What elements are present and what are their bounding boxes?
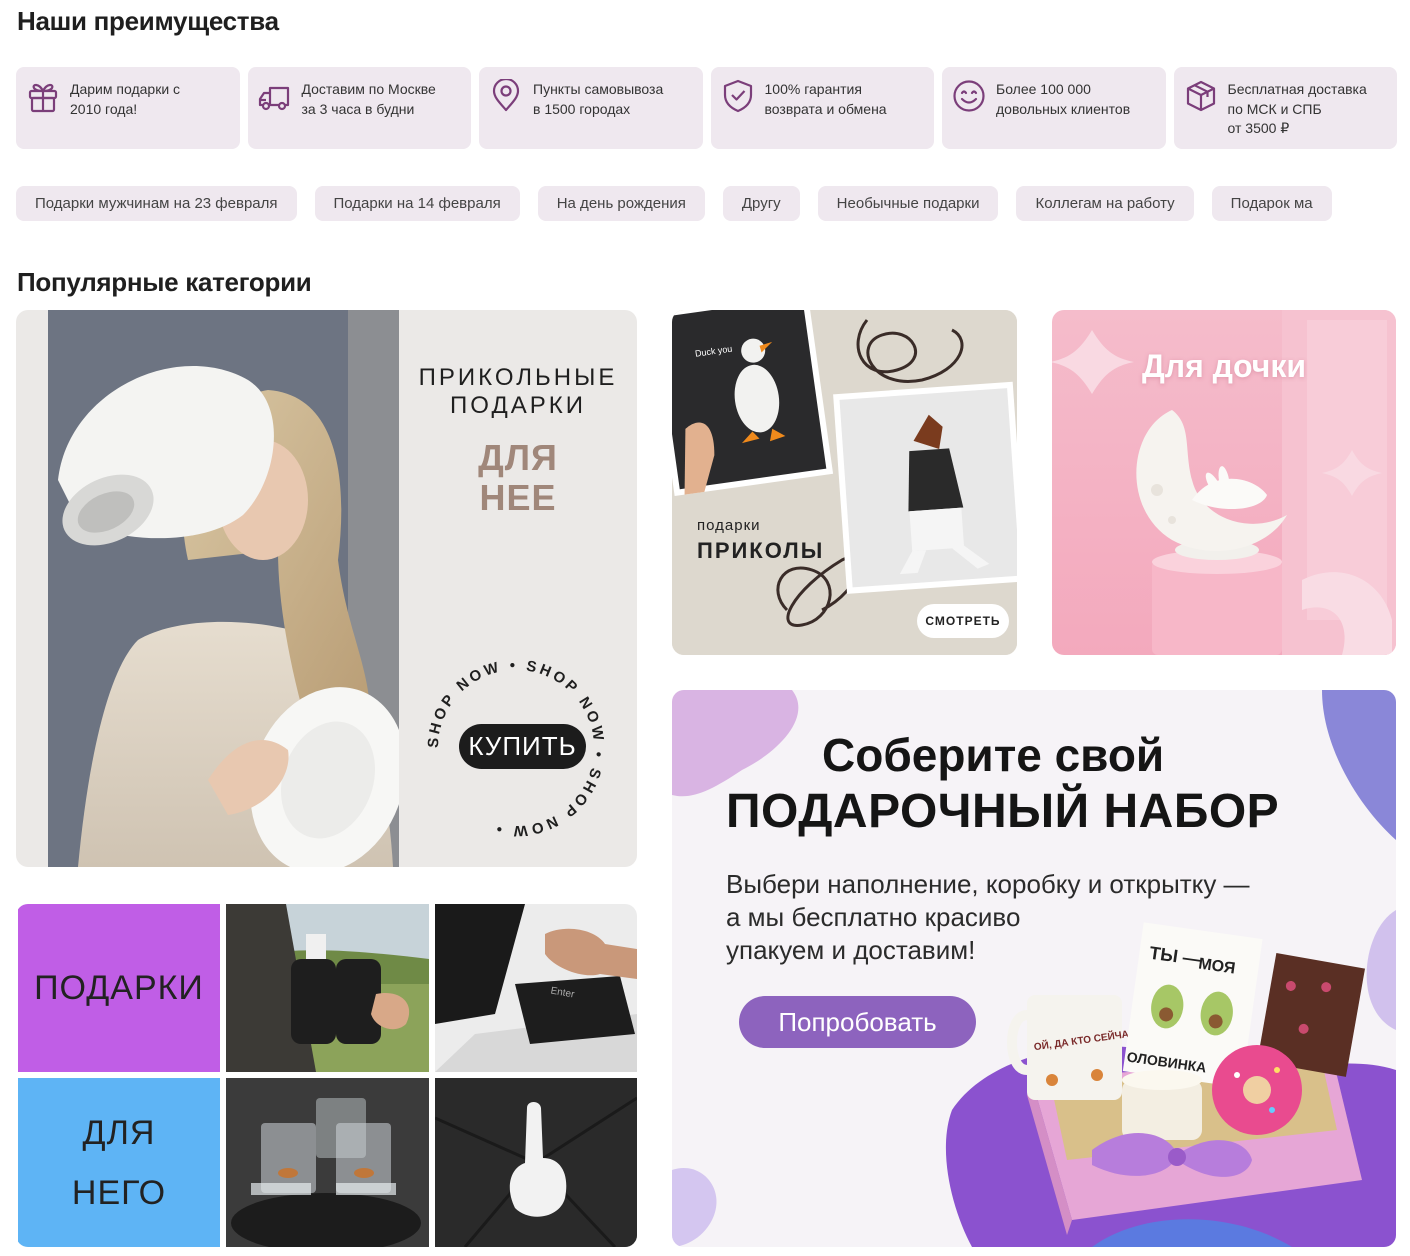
card-her-headline: ПРИКОЛЬНЫЕ ПОДАРКИ	[399, 364, 637, 420]
chip-men-feb23[interactable]: Подарки мужчинам на 23 февраля	[16, 186, 297, 221]
chip-unusual[interactable]: Необычные подарки	[817, 186, 999, 221]
advantage-item: Более 100 000 довольных клиентов	[942, 67, 1166, 149]
advantage-item: Дарим подарки с 2010 года!	[16, 67, 240, 149]
try-button[interactable]: Попробовать	[739, 996, 976, 1048]
card-her-line2: ПОДАРКИ	[450, 392, 586, 419]
umbrella-photo	[435, 1078, 637, 1247]
categories-title: Популярные категории	[17, 267, 312, 297]
card-her-accent2: НЕЕ	[479, 477, 557, 518]
enter-key-photo: Enter	[435, 904, 637, 1072]
advantage-item: Бесплатная доставка по МСК и СПБ от 3500…	[1173, 67, 1397, 149]
chip-feb14[interactable]: Подарки на 14 февраля	[314, 186, 520, 221]
woman-with-cup-photo	[48, 310, 406, 867]
pranks-label-small: подарки	[697, 517, 761, 534]
advantages-list: Дарим подарки с 2010 года! Доставим по М…	[16, 67, 1397, 149]
category-card-pranks[interactable]: Duck you подарки ПРИКОЛЫ СМОТРЕТЬ	[672, 310, 1017, 655]
card-her-accent1: ДЛЯ	[478, 437, 558, 478]
whisky-glasses-photo	[226, 1078, 429, 1247]
card-her-accent: ДЛЯ НЕЕ	[399, 438, 637, 518]
advantage-text: Доставим по Москве за 3 часа в будни	[301, 81, 436, 117]
category-card-for-him[interactable]: ПОДАРКИ ДЛЯ НЕГО Enter	[16, 904, 637, 1247]
location-pin-icon	[489, 79, 523, 119]
see-button[interactable]: СМОТРЕТЬ	[917, 604, 1009, 638]
box-icon	[1184, 79, 1218, 119]
category-card-daughter[interactable]: Для дочки	[1052, 310, 1396, 655]
him-label-gifts: ПОДАРКИ	[18, 904, 220, 1072]
gift-set-banner[interactable]: ОЙ, ДА КТО СЕЙЧАС НЕ ЖИРНЫЙ ТЫ — МОЯ ОЛО…	[672, 690, 1396, 1247]
pranks-label-big: ПРИКОЛЫ	[697, 538, 825, 563]
advantage-text: Дарим подарки с 2010 года!	[70, 81, 181, 117]
daughter-title: Для дочки	[1141, 348, 1306, 384]
gift-icon	[26, 79, 60, 119]
gift-set-title-1: Соберите свой	[822, 729, 1165, 781]
him-label-line1: ДЛЯ	[82, 1113, 156, 1152]
chip-mom[interactable]: Подарок ма	[1211, 186, 1332, 221]
advantage-text: Более 100 000 довольных клиентов	[996, 81, 1131, 117]
category-chips: Подарки мужчинам на 23 февраля Подарки н…	[16, 186, 1350, 221]
advantages-title: Наши преимущества	[17, 6, 279, 36]
smiley-icon	[952, 79, 986, 119]
advantage-text: Пункты самовывоза в 1500 городах	[533, 81, 664, 117]
chip-colleagues[interactable]: Коллегам на работу	[1016, 186, 1194, 221]
buy-button[interactable]: КУПИТЬ	[459, 724, 586, 769]
him-label-for: ДЛЯ НЕГО	[18, 1078, 220, 1247]
truck-icon	[258, 79, 292, 119]
gift-set-description: Выбери наполнение, коробку и открытку — …	[726, 869, 1250, 965]
category-card-for-her[interactable]: ПРИКОЛЬНЫЕ ПОДАРКИ ДЛЯ НЕЕ SHOP NOW • SH…	[16, 310, 637, 867]
gift-set-title-2: ПОДАРОЧНЫЙ НАБОР	[726, 785, 1280, 838]
card-her-line1: ПРИКОЛЬНЫЕ	[418, 364, 618, 391]
advantage-text: 100% гарантия возврата и обмена	[764, 81, 887, 117]
advantage-item: Пункты самовывоза в 1500 городах	[479, 67, 703, 149]
advantage-text: Бесплатная доставка по МСК и СПБ от 3500…	[1227, 81, 1367, 136]
chip-birthday[interactable]: На день рождения	[537, 186, 705, 221]
him-label-line2: НЕГО	[71, 1173, 167, 1212]
binoculars-photo	[226, 904, 429, 1072]
shield-check-icon	[721, 79, 755, 119]
advantage-item: 100% гарантия возврата и обмена	[710, 67, 934, 149]
chip-friend[interactable]: Другу	[722, 186, 800, 221]
advantage-item: Доставим по Москве за 3 часа в будни	[247, 67, 471, 149]
